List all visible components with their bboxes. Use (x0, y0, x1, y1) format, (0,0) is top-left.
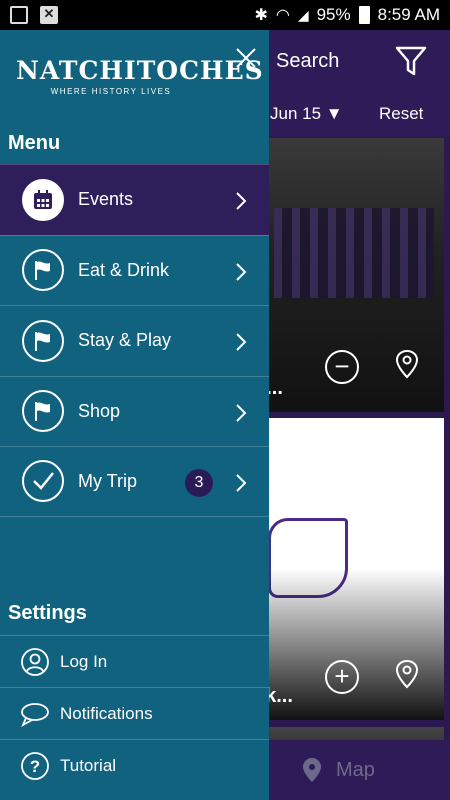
menu-heading: Menu (8, 132, 61, 154)
navigation-drawer: NATCHITOCHES WHERE HISTORY LIVES Menu Ev… (0, 30, 269, 800)
settings-item-notifications[interactable]: Notifications (0, 687, 269, 739)
menu-item-events[interactable]: Events (0, 164, 269, 235)
menu-item-label: Eat & Drink (78, 259, 170, 280)
checkmark-icon (22, 460, 64, 503)
chevron-right-icon (236, 262, 247, 281)
chevron-right-icon (236, 333, 247, 351)
chevron-right-icon (236, 192, 247, 210)
menu-list: Events Eat & Drink Stay & Play Shop My T… (0, 164, 269, 517)
menu-item-shop[interactable]: Shop (0, 375, 269, 447)
menu-item-label: Stay & Play (78, 330, 172, 351)
menu-item-label: Shop (78, 400, 121, 421)
settings-item-tutorial[interactable]: ? Tutorial (0, 739, 269, 791)
gallery-notification-icon (10, 6, 28, 24)
user-icon (20, 647, 50, 677)
event-card[interactable]: sk... + (254, 418, 444, 720)
battery-icon (358, 6, 370, 24)
chat-bubble-icon (20, 699, 50, 729)
brand-name: NATCHITOCHES (16, 56, 264, 85)
flag-icon (22, 390, 64, 433)
menu-item-stay-play[interactable]: Stay & Play (0, 305, 269, 376)
settings-heading: Settings (8, 602, 87, 624)
close-icon[interactable] (234, 46, 258, 70)
brand-tagline: WHERE HISTORY LIVES (50, 87, 172, 96)
trip-count-badge: 3 (185, 469, 213, 497)
remove-from-trip-button[interactable]: − (325, 350, 359, 384)
map-pin-icon (303, 758, 321, 782)
map-pin-icon[interactable] (390, 658, 424, 692)
add-to-trip-button[interactable]: + (325, 660, 359, 694)
settings-list: Log In Notifications ? Tutorial (0, 635, 269, 791)
calendar-icon (22, 178, 64, 221)
help-icon: ? (20, 751, 50, 781)
settings-item-label: Tutorial (60, 755, 117, 775)
flag-icon (22, 249, 64, 292)
event-image (274, 208, 434, 298)
map-pin-icon[interactable] (390, 348, 424, 382)
brand-logo: NATCHITOCHES WHERE HISTORY LIVES (16, 56, 264, 106)
filter-icon[interactable] (394, 44, 428, 78)
cell-signal-icon: ◢ (297, 6, 309, 23)
menu-item-my-trip[interactable]: My Trip 3 (0, 446, 269, 517)
search-input[interactable]: Search (276, 50, 339, 73)
date-dropdown[interactable]: Jun 15 ▼ (270, 104, 343, 124)
status-bar: ✕ ✱ ◠ ◢ 95% 8:59 AM (0, 0, 450, 30)
chevron-right-icon (236, 474, 247, 492)
menu-item-label: My Trip (78, 470, 138, 491)
settings-item-label: Notifications (60, 703, 153, 723)
event-card[interactable]: n... − (254, 138, 444, 412)
wifi-icon: ◠ (275, 7, 290, 24)
settings-item-log-in[interactable]: Log In (0, 635, 269, 687)
menu-item-label: Events (78, 189, 134, 210)
bluetooth-icon: ✱ (254, 7, 268, 24)
svg-text:?: ? (30, 757, 40, 776)
chevron-right-icon (236, 403, 247, 422)
map-tab-label: Map (336, 758, 375, 781)
reset-button[interactable]: Reset (379, 104, 423, 124)
settings-item-label: Log In (60, 651, 108, 671)
battery-percent: 95% (316, 5, 351, 24)
flag-icon (22, 319, 64, 362)
map-tab[interactable]: Map (300, 756, 375, 784)
clock: 8:59 AM (377, 5, 440, 24)
menu-item-eat-drink[interactable]: Eat & Drink (0, 234, 269, 306)
close-notification-icon: ✕ (40, 6, 58, 24)
